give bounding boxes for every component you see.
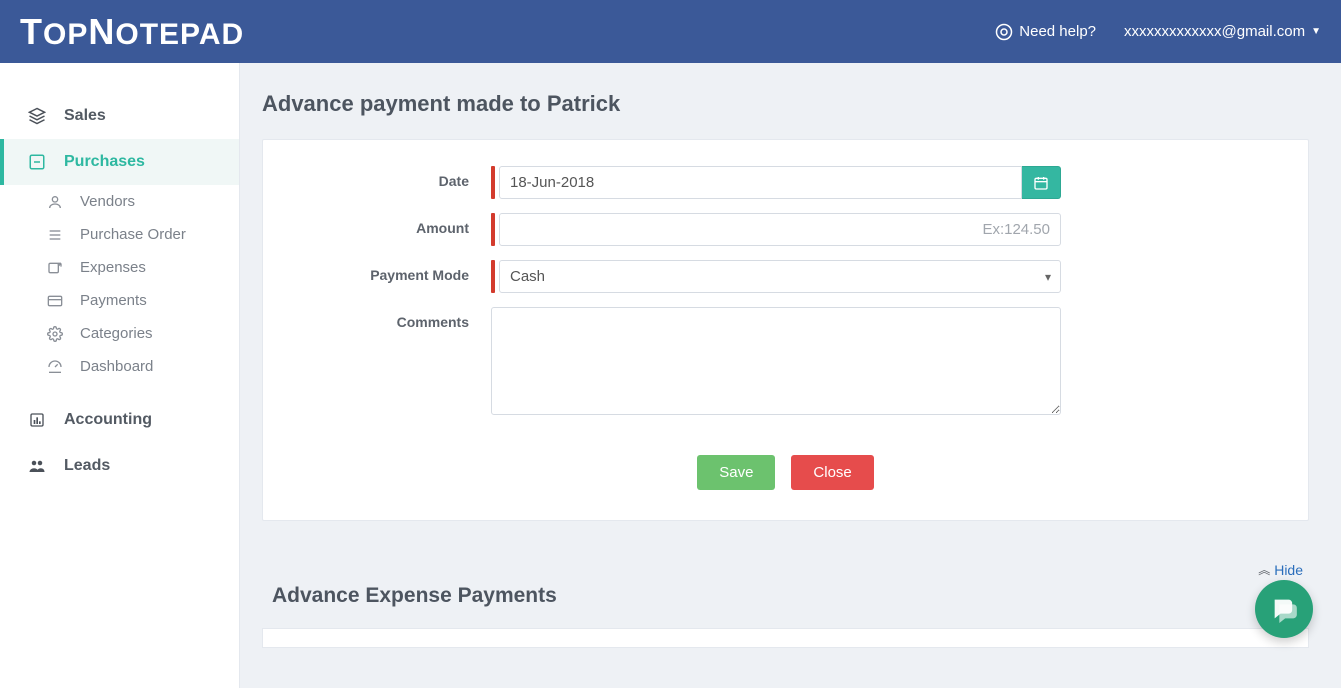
sidebar-item-categories[interactable]: Categories [0, 317, 239, 350]
topbar: TopNotepad Need help? xxxxxxxxxxxxx@gmai… [0, 0, 1341, 63]
layers-icon [28, 107, 46, 125]
sidebar-label-purchases: Purchases [64, 153, 145, 171]
date-input[interactable] [499, 166, 1022, 199]
user-menu[interactable]: xxxxxxxxxxxxx@gmail.com ▼ [1124, 23, 1321, 40]
sidebar-item-accounting[interactable]: Accounting [0, 397, 239, 443]
list-icon [46, 227, 64, 243]
sidebar-item-leads[interactable]: Leads [0, 443, 239, 489]
calendar-icon [1033, 175, 1049, 191]
comments-textarea[interactable] [491, 307, 1061, 415]
sidebar-item-vendors[interactable]: Vendors [0, 185, 239, 218]
square-minus-icon [28, 153, 46, 171]
user-icon [46, 194, 64, 210]
sidebar-item-expenses[interactable]: Expenses [0, 251, 239, 284]
gauge-icon [46, 359, 64, 375]
chevron-up-icon: ︽ [1258, 561, 1270, 578]
chart-icon [28, 412, 46, 428]
advance-expense-payments-title: Advance Expense Payments [272, 584, 1309, 608]
amount-label: Amount [291, 213, 491, 236]
chat-widget-button[interactable] [1255, 580, 1313, 638]
required-indicator [491, 260, 495, 293]
need-help-link[interactable]: Need help? [995, 23, 1096, 41]
sidebar-label-dashboard: Dashboard [80, 358, 153, 375]
main-content: Advance payment made to Patrick Date [240, 63, 1341, 688]
comments-label: Comments [291, 307, 491, 330]
sidebar-item-payments[interactable]: Payments [0, 284, 239, 317]
payment-mode-select[interactable]: Cash [499, 260, 1061, 293]
sidebar-item-dashboard[interactable]: Dashboard [0, 350, 239, 383]
brand-logo: TopNotepad [20, 11, 244, 53]
save-button[interactable]: Save [697, 455, 775, 490]
credit-card-icon [46, 293, 64, 309]
sidebar-label-accounting: Accounting [64, 411, 152, 429]
sidebar-label-leads: Leads [64, 457, 110, 475]
payment-mode-label: Payment Mode [291, 260, 491, 283]
sidebar-item-purchases[interactable]: Purchases [0, 139, 239, 185]
sidebar-label-vendors: Vendors [80, 193, 135, 210]
gear-icon [46, 326, 64, 342]
sidebar-item-purchase-order[interactable]: Purchase Order [0, 218, 239, 251]
sidebar-label-sales: Sales [64, 107, 106, 125]
advance-expense-payments-card [262, 628, 1309, 648]
amount-input[interactable] [499, 213, 1061, 246]
required-indicator [491, 166, 495, 199]
help-icon [995, 23, 1013, 41]
sidebar-item-sales[interactable]: Sales [0, 93, 239, 139]
sidebar-label-purchase-order: Purchase Order [80, 226, 186, 243]
advance-payment-form-card: Date [262, 139, 1309, 521]
date-label: Date [291, 166, 491, 189]
hide-label: Hide [1274, 562, 1303, 578]
sidebar: Sales Purchases Vendors [0, 63, 240, 688]
need-help-label: Need help? [1019, 23, 1096, 40]
chevron-down-icon: ▼ [1311, 26, 1321, 37]
share-icon [46, 260, 64, 276]
required-indicator [491, 213, 495, 246]
close-button[interactable]: Close [791, 455, 873, 490]
user-email: xxxxxxxxxxxxx@gmail.com [1124, 23, 1305, 40]
sidebar-label-categories: Categories [80, 325, 153, 342]
sidebar-label-expenses: Expenses [80, 259, 146, 276]
hide-toggle[interactable]: ︽ Hide [262, 561, 1303, 578]
page-title: Advance payment made to Patrick [262, 91, 1309, 117]
people-icon [28, 457, 46, 475]
date-picker-button[interactable] [1022, 166, 1061, 199]
sidebar-label-payments: Payments [80, 292, 147, 309]
chat-icon [1270, 595, 1298, 623]
